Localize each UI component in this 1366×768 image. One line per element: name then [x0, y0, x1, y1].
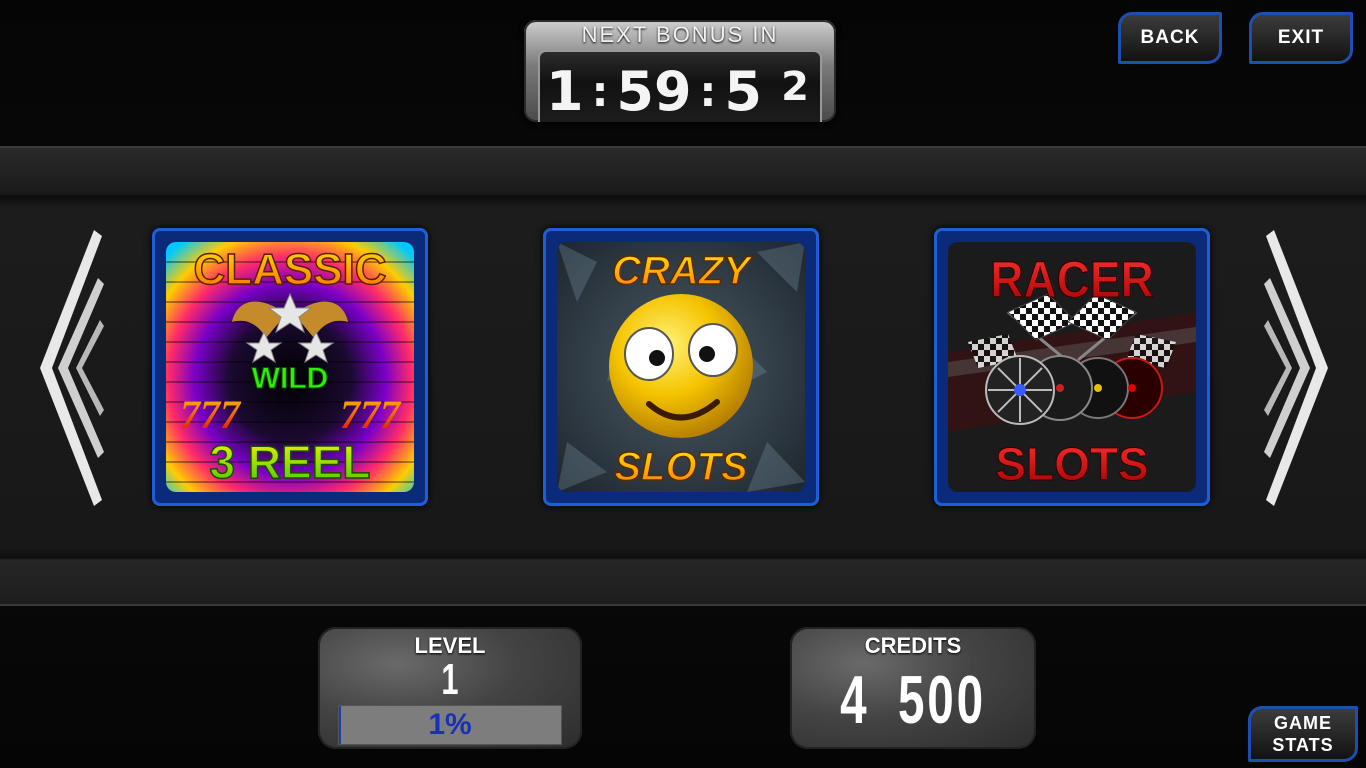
- racer-art-svg: RACER SLOTS: [948, 242, 1196, 492]
- credits-panel: CREDITS 4 500: [790, 627, 1036, 749]
- carousel-next-arrow-icon[interactable]: [1262, 228, 1332, 508]
- back-button[interactable]: BACK: [1118, 12, 1222, 64]
- level-progress-text: 1%: [428, 708, 472, 741]
- game-tile-racer-slots[interactable]: RACER SLOTS: [934, 228, 1210, 506]
- timer-separator: :: [591, 66, 609, 116]
- timer-seconds-ones: 2: [781, 66, 809, 110]
- classic-sevens-right: 777: [340, 392, 402, 437]
- classic-subtitle-text: 3 REEL: [209, 436, 370, 488]
- level-value: 1: [441, 655, 459, 704]
- credits-label: CREDITS: [864, 633, 962, 658]
- game-stats-label-line2: STATS: [1272, 735, 1334, 755]
- carousel-prev-arrow-icon[interactable]: [36, 228, 106, 508]
- bonus-timer-digits: 1 : 59 : 5 2: [538, 50, 822, 122]
- racer-subtitle-text: SLOTS: [995, 438, 1148, 490]
- timer-seconds-tens: 5: [724, 59, 762, 123]
- bonus-timer: NEXT BONUS IN 1 : 59 : 5 2: [524, 20, 836, 122]
- crazy-art-svg: CRAZY SLOTS: [557, 242, 805, 492]
- game-stats-label-line1: GAME: [1274, 713, 1332, 733]
- game-tile-crazy-slots[interactable]: CRAZY SLOTS: [543, 228, 819, 506]
- game-tile-classic-3-reel[interactable]: CLASSIC WILD 777 777 3 REEL: [152, 228, 428, 506]
- level-panel: LEVEL 1 1%: [318, 627, 582, 749]
- crazy-title-text: CRAZY: [612, 249, 753, 293]
- classic-slot-artwork: CLASSIC WILD 777 777 3 REEL: [166, 242, 414, 492]
- bonus-timer-title: NEXT BONUS IN: [581, 22, 779, 47]
- timer-separator: :: [699, 66, 717, 116]
- level-progress-bar: 1%: [338, 705, 562, 745]
- racer-title-text: RACER: [990, 252, 1154, 309]
- classic-title-text: CLASSIC: [193, 245, 386, 294]
- racer-slot-artwork: RACER SLOTS: [948, 242, 1196, 492]
- classic-art-svg: CLASSIC WILD 777 777 3 REEL: [166, 242, 414, 492]
- crazy-slot-artwork: CRAZY SLOTS: [557, 242, 805, 492]
- classic-sevens-left: 777: [180, 392, 242, 437]
- timer-hours: 1: [546, 59, 584, 123]
- timer-seconds-rolling-digit: 2: [778, 66, 812, 122]
- exit-button[interactable]: EXIT: [1249, 12, 1353, 64]
- timer-minutes: 59: [616, 59, 692, 123]
- game-stats-button[interactable]: GAME STATS: [1248, 706, 1358, 762]
- credits-value: 4 500: [840, 662, 986, 738]
- classic-wild-text: WILD: [252, 362, 329, 395]
- crazy-subtitle-text: SLOTS: [614, 445, 748, 489]
